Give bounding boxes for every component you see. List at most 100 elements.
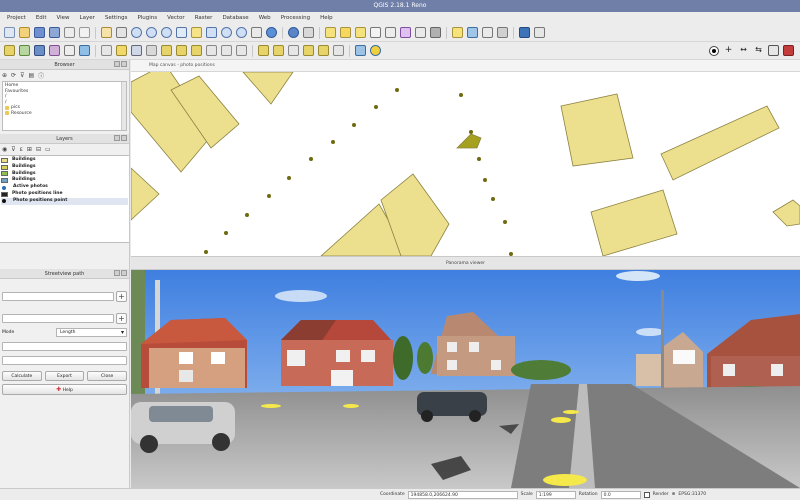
node-tool-icon[interactable] [176,45,187,56]
export-button[interactable]: Export [44,371,85,381]
zoom-full-icon[interactable] [176,27,187,38]
new-map-view-icon[interactable] [251,27,262,38]
menu-processing[interactable]: Processing [276,15,315,21]
rotation-field[interactable]: 0.0 [600,490,641,499]
select-features-icon[interactable] [325,27,336,38]
deselect-icon[interactable] [340,27,351,38]
collapse-all-icon[interactable]: ⊟ [36,146,41,153]
coordinate-field[interactable]: 194858.0,206624.90 [407,490,518,499]
python-icon[interactable] [370,45,381,56]
paste-features-icon[interactable] [236,45,247,56]
float-button[interactable] [114,135,120,141]
map-tab[interactable]: Map canvas - photo positions [131,60,800,72]
flag-icon[interactable] [783,45,794,56]
menu-layer[interactable]: Layer [75,15,100,21]
filter-icon[interactable]: ⊽ [20,72,24,79]
help-button[interactable]: ✚ Help [2,384,127,395]
add-path-button[interactable]: + [116,290,127,302]
menu-plugins[interactable]: Plugins [132,15,162,21]
render-checkbox[interactable] [643,491,650,498]
pan-to-selection-icon[interactable] [116,27,127,38]
toggle-editing-icon[interactable] [116,45,127,56]
plugin-manager-icon[interactable] [534,27,545,38]
crs-icon[interactable]: ⊕ [672,492,676,497]
identify-icon[interactable] [288,27,299,38]
browser-scrollbar[interactable] [121,82,126,130]
plugin-tool-icon[interactable] [355,45,366,56]
select-by-expression-icon[interactable] [355,27,366,38]
bookmark-icon[interactable] [452,27,463,38]
expand-all-icon[interactable]: ⊞ [27,146,32,153]
menu-raster[interactable]: Raster [190,15,218,21]
close-button[interactable]: Close [87,371,128,381]
label-tool-icon[interactable] [258,45,269,56]
save-project-icon[interactable] [34,27,45,38]
layer-item[interactable]: Photo positions point [1,197,128,205]
map-canvas[interactable] [131,72,800,256]
gallery-icon[interactable] [768,45,779,56]
attribute-table-icon[interactable] [370,27,381,38]
layer-item[interactable]: Photo positions line [1,191,128,198]
param-field-1[interactable] [2,341,127,351]
rotate-label-icon[interactable] [318,45,329,56]
photo-orientation-icon[interactable]: ⇆ [753,45,764,56]
print-composer-icon[interactable] [64,27,75,38]
add-feature-icon[interactable] [146,45,157,56]
add-selected-icon[interactable]: ⊕ [2,72,7,79]
remove-layer-icon[interactable]: ▭ [45,146,51,153]
layer-item[interactable]: Active photos [1,184,128,191]
close-panel-button[interactable] [121,270,127,276]
statistics-icon[interactable] [400,27,411,38]
current-edits-icon[interactable] [101,45,112,56]
zoom-in-icon[interactable] [131,27,142,38]
add-raster-icon[interactable] [19,45,30,56]
float-button[interactable] [114,270,120,276]
visibility-icon[interactable]: ◉ [2,146,7,153]
properties-icon[interactable]: ⓘ [38,71,44,80]
close-panel-button[interactable] [121,61,127,67]
menu-view[interactable]: View [51,15,74,21]
menu-database[interactable]: Database [217,15,253,21]
move-feature-icon[interactable] [161,45,172,56]
calculate-button[interactable]: Calculate [2,371,42,381]
path-input-1[interactable] [2,291,114,301]
add-wms-icon[interactable] [79,45,90,56]
zoom-out-icon[interactable] [146,27,157,38]
save-as-icon[interactable] [49,27,60,38]
menu-settings[interactable]: Settings [100,15,133,21]
copy-features-icon[interactable] [221,45,232,56]
show-bookmarks-icon[interactable] [467,27,478,38]
panorama-viewer[interactable] [131,270,800,488]
add-delimited-icon[interactable] [64,45,75,56]
add-path-button[interactable]: + [116,312,127,324]
close-panel-button[interactable] [121,135,127,141]
move-label-icon[interactable] [303,45,314,56]
menu-vector[interactable]: Vector [162,15,190,21]
layer-item[interactable]: Buildings [1,157,128,164]
zoom-next-icon[interactable] [236,27,247,38]
refresh-browser-icon[interactable]: ⟳ [11,72,16,79]
measure-icon[interactable] [415,27,426,38]
filter-legend-icon[interactable]: ⊽ [11,146,15,153]
composer-manager-icon[interactable] [79,27,90,38]
menu-help[interactable]: Help [315,15,338,21]
zoom-layer-icon[interactable] [206,27,217,38]
menu-edit[interactable]: Edit [31,15,52,21]
list-item[interactable]: Resource [5,111,124,117]
delete-selected-icon[interactable] [191,45,202,56]
text-annotation-icon[interactable] [482,27,493,38]
map-tips-icon[interactable] [430,27,441,38]
menu-web[interactable]: Web [254,15,276,21]
python-console-icon[interactable] [519,27,530,38]
float-button[interactable] [114,61,120,67]
pin-labels-icon[interactable] [273,45,284,56]
save-edits-icon[interactable] [131,45,142,56]
layers-tree[interactable]: Buildings Buildings Buildings Buildings … [0,155,129,243]
path-input-2[interactable] [2,313,114,323]
zoom-native-icon[interactable] [161,27,172,38]
field-calculator-icon[interactable] [385,27,396,38]
collapse-all-icon[interactable]: ▤ [28,72,34,79]
move-horizontal-icon[interactable]: ↔ [738,45,749,56]
select-dropdown-icon[interactable] [303,27,314,38]
zoom-last-icon[interactable] [221,27,232,38]
